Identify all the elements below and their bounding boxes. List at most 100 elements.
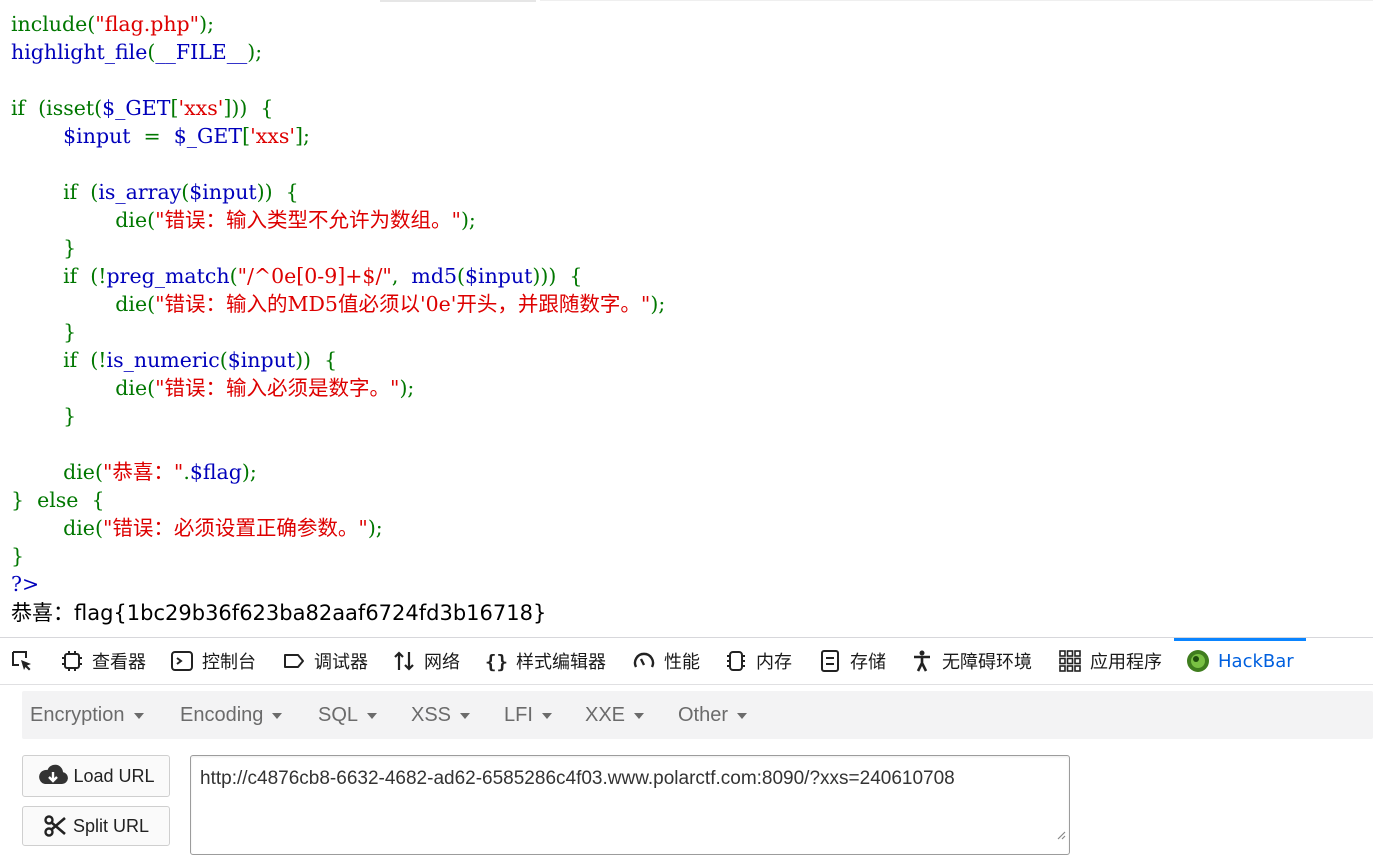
devtools-tab-performance[interactable]: 性能 (632, 638, 700, 684)
code-token: $_GET (173, 124, 243, 148)
devtools-tab-label: 性能 (664, 652, 700, 673)
hackbar-menu-other[interactable]: Other (678, 691, 748, 739)
code-token: ); (399, 376, 415, 400)
code-token: __FILE__ (155, 40, 248, 64)
debugger-icon (282, 649, 306, 673)
tab-edge (380, 0, 536, 2)
code-token: if (! (11, 348, 107, 372)
code-line: die("错误：输入的MD5值必须以'0e'开头，并跟随数字。"); (11, 290, 665, 318)
hackbar-menu-lfi[interactable]: LFI (504, 691, 552, 739)
devtools-tab-label: 样式编辑器 (516, 652, 606, 673)
code-line: if (is_array($input)) { (11, 178, 665, 206)
devtools-tab-storage[interactable]: 存储 (818, 638, 886, 684)
devtools-tab-console[interactable]: 控制台 (170, 638, 256, 684)
caret-down-icon (737, 713, 748, 719)
devtools-tab-label: 存储 (850, 652, 886, 673)
style-editor-icon: {} (484, 649, 508, 673)
devtools-tab-inspector[interactable]: 查看器 (60, 638, 146, 684)
code-token: $input (63, 124, 144, 148)
code-line: highlight_file(__FILE__); (11, 38, 665, 66)
inspector-icon (60, 649, 84, 673)
element-picker-icon (10, 649, 34, 673)
code-line: $input = $_GET['xxs']; (11, 122, 665, 150)
hackbar-icon (1186, 649, 1210, 673)
devtools-tab-debugger[interactable]: 调试器 (282, 638, 368, 684)
code-line: die("恭喜：".$flag); (11, 458, 665, 486)
code-token: [ (242, 124, 251, 148)
devtools-tab-label: 应用程序 (1090, 652, 1162, 673)
code-token: = (143, 124, 174, 148)
console-icon (170, 649, 194, 673)
devtools-tab-network[interactable]: 网络 (392, 638, 460, 684)
code-token: "/^0e[0-9]+$/" (237, 264, 392, 288)
code-token: die( (11, 376, 156, 400)
devtools-tab-style-editor[interactable]: {} 样式编辑器 (484, 638, 606, 684)
code-token: ); (241, 460, 257, 484)
code-line: if (!preg_match("/^0e[0-9]+$/", md5($inp… (11, 262, 665, 290)
code-token: $flag (189, 460, 242, 484)
caret-down-icon (460, 713, 471, 719)
code-line: include("flag.php"); (11, 10, 665, 38)
code-token: ]; (295, 124, 310, 148)
devtools-tab-label: 查看器 (92, 652, 146, 673)
split-url-button[interactable]: Split URL (22, 806, 170, 846)
caret-down-icon (541, 713, 552, 719)
hackbar-menu-sql[interactable]: SQL (318, 691, 378, 739)
devtools-panel: 查看器 控制台 调试器 网络 {} 样式编辑器 性能 内存 存储 无障碍环境 应用程序 HackBar… (0, 637, 1373, 855)
hackbar-menu-label: SQL (318, 703, 359, 726)
code-token: ); (650, 292, 666, 316)
code-token: $input (227, 348, 296, 372)
performance-icon (632, 649, 656, 673)
devtools-tab-label: 调试器 (314, 652, 368, 673)
code-token: if (isset( (11, 96, 103, 120)
code-token: "恭喜：" (102, 460, 184, 484)
devtools-tab-label: 无障碍环境 (942, 652, 1032, 673)
code-token: ); (367, 516, 383, 540)
element-picker-button[interactable] (10, 638, 42, 684)
hackbar-menu-label: Other (678, 703, 729, 726)
devtools-tab-accessibility[interactable]: 无障碍环境 (910, 638, 1032, 684)
code-token: } (11, 404, 77, 428)
code-line: } (11, 234, 665, 262)
code-token: die( (11, 516, 103, 540)
code-token: "错误：输入的MD5值必须以'0e'开头，并跟随数字。" (155, 292, 651, 316)
code-token: $_GET (102, 96, 171, 120)
code-token: )) { (295, 348, 338, 372)
devtools-tab-label: 网络 (424, 652, 460, 673)
url-value: http://c4876cb8-6632-4682-ad62-6585286c4… (200, 768, 955, 789)
code-token: , (391, 264, 412, 288)
resize-grip-icon[interactable] (1056, 830, 1066, 840)
code-token: ( (457, 264, 465, 288)
network-icon (392, 649, 416, 673)
code-token: die( (11, 292, 156, 316)
hackbar-menu-encoding[interactable]: Encoding (180, 691, 283, 739)
hackbar-menu-encryption[interactable]: Encryption (30, 691, 144, 739)
hackbar-menu-xxe[interactable]: XXE (585, 691, 645, 739)
code-line: die("错误：输入类型不允许为数组。"); (11, 206, 665, 234)
code-line: } (11, 542, 665, 570)
load-url-label: Load URL (73, 765, 155, 786)
code-token: } (11, 236, 77, 260)
hackbar-menubar: Encryption Encoding SQL XSS LFI XXE Other (22, 691, 1373, 739)
devtools-tab-memory[interactable]: 内存 (724, 638, 792, 684)
code-token: if (! (11, 264, 107, 288)
code-line: ?> (11, 570, 665, 598)
code-line: die("错误：输入必须是数字。"); (11, 374, 665, 402)
caret-down-icon (634, 713, 645, 719)
code-token: die( (11, 208, 156, 232)
hackbar-menu-xss[interactable]: XSS (411, 691, 471, 739)
code-token: "错误：输入必须是数字。" (155, 376, 400, 400)
code-token: ])) { (223, 96, 274, 120)
code-token: } (11, 320, 77, 344)
code-token: ); (247, 40, 263, 64)
cloud-download-icon (39, 764, 69, 784)
devtools-tab-hackbar[interactable]: HackBar (1174, 638, 1306, 684)
code-token: "flag.php" (95, 12, 200, 36)
url-textarea[interactable]: http://c4876cb8-6632-4682-ad62-6585286c4… (190, 755, 1070, 855)
load-url-button[interactable]: Load URL (22, 755, 170, 797)
devtools-tab-application[interactable]: 应用程序 (1058, 638, 1162, 684)
code-token: if ( (11, 180, 99, 204)
